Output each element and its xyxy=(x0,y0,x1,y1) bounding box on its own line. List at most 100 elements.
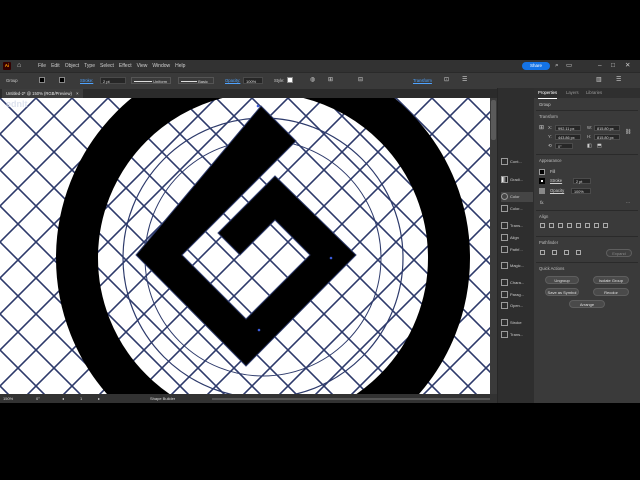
recolor-button[interactable]: Recolor xyxy=(593,288,629,296)
menu-view[interactable]: View xyxy=(137,60,148,72)
artwork-svg[interactable]: ednlt xyxy=(0,98,497,394)
scrollbar-thumb[interactable] xyxy=(491,100,496,140)
vertical-scrollbar[interactable] xyxy=(490,98,497,394)
panel-transform[interactable]: Trans... xyxy=(501,330,533,340)
appearance-stroke-swatch[interactable] xyxy=(539,178,545,184)
more-options-icon[interactable]: ☰ xyxy=(462,77,467,84)
opacity-link-panel[interactable]: Opacity xyxy=(550,188,564,194)
minimize-icon[interactable]: – xyxy=(598,62,602,70)
isolate-group-button[interactable]: Isolate Group xyxy=(593,276,629,284)
menu-help[interactable]: Help xyxy=(175,60,185,72)
w-field[interactable]: 815.80 px xyxy=(594,125,620,131)
panel-layout-icon[interactable]: ▥ xyxy=(596,77,602,84)
stroke-swatch[interactable] xyxy=(59,77,65,83)
workspace-icon[interactable]: ▭ xyxy=(566,62,572,70)
menu-type[interactable]: Type xyxy=(84,60,95,72)
ungroup-button[interactable]: Ungroup xyxy=(545,276,579,284)
menu-file[interactable]: File xyxy=(38,60,46,72)
artboard-number[interactable]: 1 xyxy=(80,395,82,403)
panel-menu-icon[interactable]: ☰ xyxy=(616,77,621,84)
appearance-fill-swatch[interactable] xyxy=(539,169,545,175)
x-field[interactable]: 992.11 px xyxy=(555,125,581,131)
document-tab[interactable]: Untitled-2* @ 150% (RGB/Preview) × xyxy=(2,89,83,98)
panel-paragraph[interactable]: Parag... xyxy=(501,290,533,300)
constrain-proportions-icon[interactable]: ⛓ xyxy=(625,129,631,135)
flip-vertical-icon[interactable]: ⬒ xyxy=(597,143,602,149)
save-as-symbol-button[interactable]: Save as Symbol xyxy=(545,288,579,296)
flip-horizontal-icon[interactable]: ◧ xyxy=(587,143,592,149)
menu-window[interactable]: Window xyxy=(152,60,170,72)
align-right-icon[interactable] xyxy=(558,223,563,228)
panel-gradient[interactable]: Gradi... xyxy=(501,175,533,185)
expand-button[interactable]: Expand xyxy=(606,249,632,257)
tab-libraries[interactable]: Libraries xyxy=(586,88,602,98)
transform-link[interactable]: Transform xyxy=(413,77,432,84)
recolor-icon[interactable]: ◍ xyxy=(310,77,315,84)
panel-stroke[interactable]: Stroke xyxy=(501,318,533,328)
menu-effect[interactable]: Effect xyxy=(119,60,132,72)
stroke-link-panel[interactable]: Stroke xyxy=(550,178,562,184)
share-button[interactable]: Share xyxy=(522,62,550,70)
style-swatch[interactable] xyxy=(287,77,293,83)
fill-swatch[interactable] xyxy=(39,77,45,83)
minus-front-icon[interactable] xyxy=(552,250,557,255)
panel-align[interactable]: Align xyxy=(501,233,533,243)
h-field[interactable]: 815.80 px xyxy=(594,134,620,140)
anchor-point[interactable] xyxy=(256,104,260,108)
y-field[interactable]: 443.86 px xyxy=(555,134,581,140)
reference-point-icon[interactable]: ⊞ xyxy=(539,125,544,131)
exclude-icon[interactable] xyxy=(576,250,581,255)
stroke-weight-panel[interactable]: 2 pt xyxy=(573,178,591,184)
anchor-point[interactable] xyxy=(329,256,333,260)
panel-magic-wand[interactable]: Magic... xyxy=(501,261,533,271)
maximize-icon[interactable]: □ xyxy=(611,62,615,70)
align-vcenter-icon[interactable] xyxy=(576,223,581,228)
zoom-level[interactable]: 150% xyxy=(3,395,13,403)
rotation-value[interactable]: 0° xyxy=(36,395,40,403)
panel-transparency[interactable]: Trans... xyxy=(501,221,533,231)
prev-artboard-icon[interactable]: ◂ xyxy=(62,395,64,403)
horizontal-scrollbar[interactable] xyxy=(212,398,490,400)
arrange-button[interactable]: Arrange xyxy=(569,300,605,308)
distribute-icon[interactable] xyxy=(594,223,599,228)
align-to-icon[interactable] xyxy=(603,223,608,228)
opacity-link[interactable]: Opacity: xyxy=(225,77,240,84)
align-bottom-icon[interactable] xyxy=(585,223,590,228)
anchor-point[interactable] xyxy=(257,328,261,332)
align-icon[interactable]: ⊞ xyxy=(328,77,333,84)
menu-object[interactable]: Object xyxy=(65,60,79,72)
more-appearance-icon[interactable]: ⋯ xyxy=(626,200,630,206)
align-top-icon[interactable] xyxy=(567,223,572,228)
panel-pathfinder[interactable]: Pathf... xyxy=(501,245,533,255)
tab-properties[interactable]: Properties xyxy=(538,88,558,99)
menu-edit[interactable]: Edit xyxy=(51,60,60,72)
rotate-field[interactable]: 0° xyxy=(555,143,573,149)
pathfinder-buttons[interactable] xyxy=(540,250,581,255)
menu-select[interactable]: Select xyxy=(100,60,114,72)
align-left-icon[interactable] xyxy=(540,223,545,228)
tab-close-icon[interactable]: × xyxy=(76,91,78,96)
align-hcenter-icon[interactable] xyxy=(549,223,554,228)
align-buttons[interactable] xyxy=(540,223,608,228)
distribute-icon[interactable]: ⊟ xyxy=(358,77,363,84)
brush-definition[interactable]: Basic xyxy=(178,77,214,84)
next-artboard-icon[interactable]: ▸ xyxy=(98,395,100,403)
fx-icon[interactable]: fx. xyxy=(540,200,544,206)
unite-icon[interactable] xyxy=(540,250,545,255)
panel-color[interactable]: Color xyxy=(501,192,533,202)
intersect-icon[interactable] xyxy=(564,250,569,255)
panel-contextual[interactable]: Cont... xyxy=(501,157,533,167)
panel-color-guide[interactable]: Color... xyxy=(501,204,533,214)
panel-character[interactable]: Chara... xyxy=(501,278,533,288)
opacity-field-panel[interactable]: 100% xyxy=(571,188,591,194)
canvas[interactable]: ednlt xyxy=(0,98,497,394)
variable-width-profile[interactable]: Uniform xyxy=(131,77,171,84)
search-icon[interactable]: ⌕ xyxy=(555,62,559,70)
close-icon[interactable]: ✕ xyxy=(625,62,630,70)
opacity-field[interactable]: 100% xyxy=(243,77,263,84)
tab-layers[interactable]: Layers xyxy=(566,88,579,98)
panel-opentype[interactable]: Open... xyxy=(501,301,533,311)
home-icon[interactable]: ⌂ xyxy=(17,62,25,70)
stroke-weight-field[interactable]: 2 pt xyxy=(100,77,126,84)
stroke-link[interactable]: Stroke: xyxy=(80,77,93,84)
